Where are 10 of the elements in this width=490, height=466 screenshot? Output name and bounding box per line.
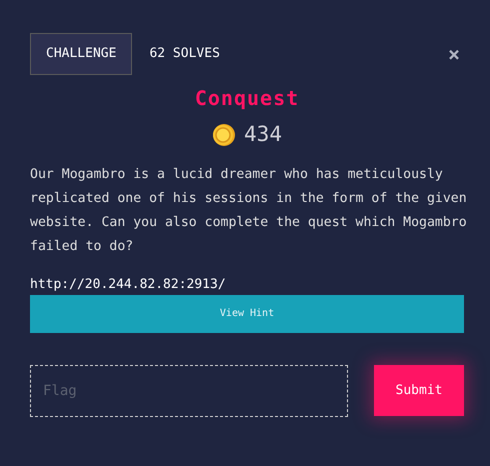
challenge-description: Our Mogambro is a lucid dreamer who has meticulously replicated one of his sessions in the form of the given website. Can you also complete the quest which Mogambro failed to do? xyxy=(30,166,468,256)
submit-button[interactable]: Submit xyxy=(374,365,464,416)
coin-icon xyxy=(212,122,236,147)
challenge-url[interactable]: http://20.244.82.82:2913/ xyxy=(30,276,226,292)
challenge-title: Conquest xyxy=(194,85,300,111)
points-value: 434 xyxy=(244,121,282,148)
solves-count: 62 SOLVES xyxy=(149,45,220,64)
flag-input[interactable]: Flag xyxy=(30,364,348,416)
close-button[interactable]: × xyxy=(448,44,460,64)
challenge-tab[interactable]: CHALLENGE xyxy=(30,33,132,75)
